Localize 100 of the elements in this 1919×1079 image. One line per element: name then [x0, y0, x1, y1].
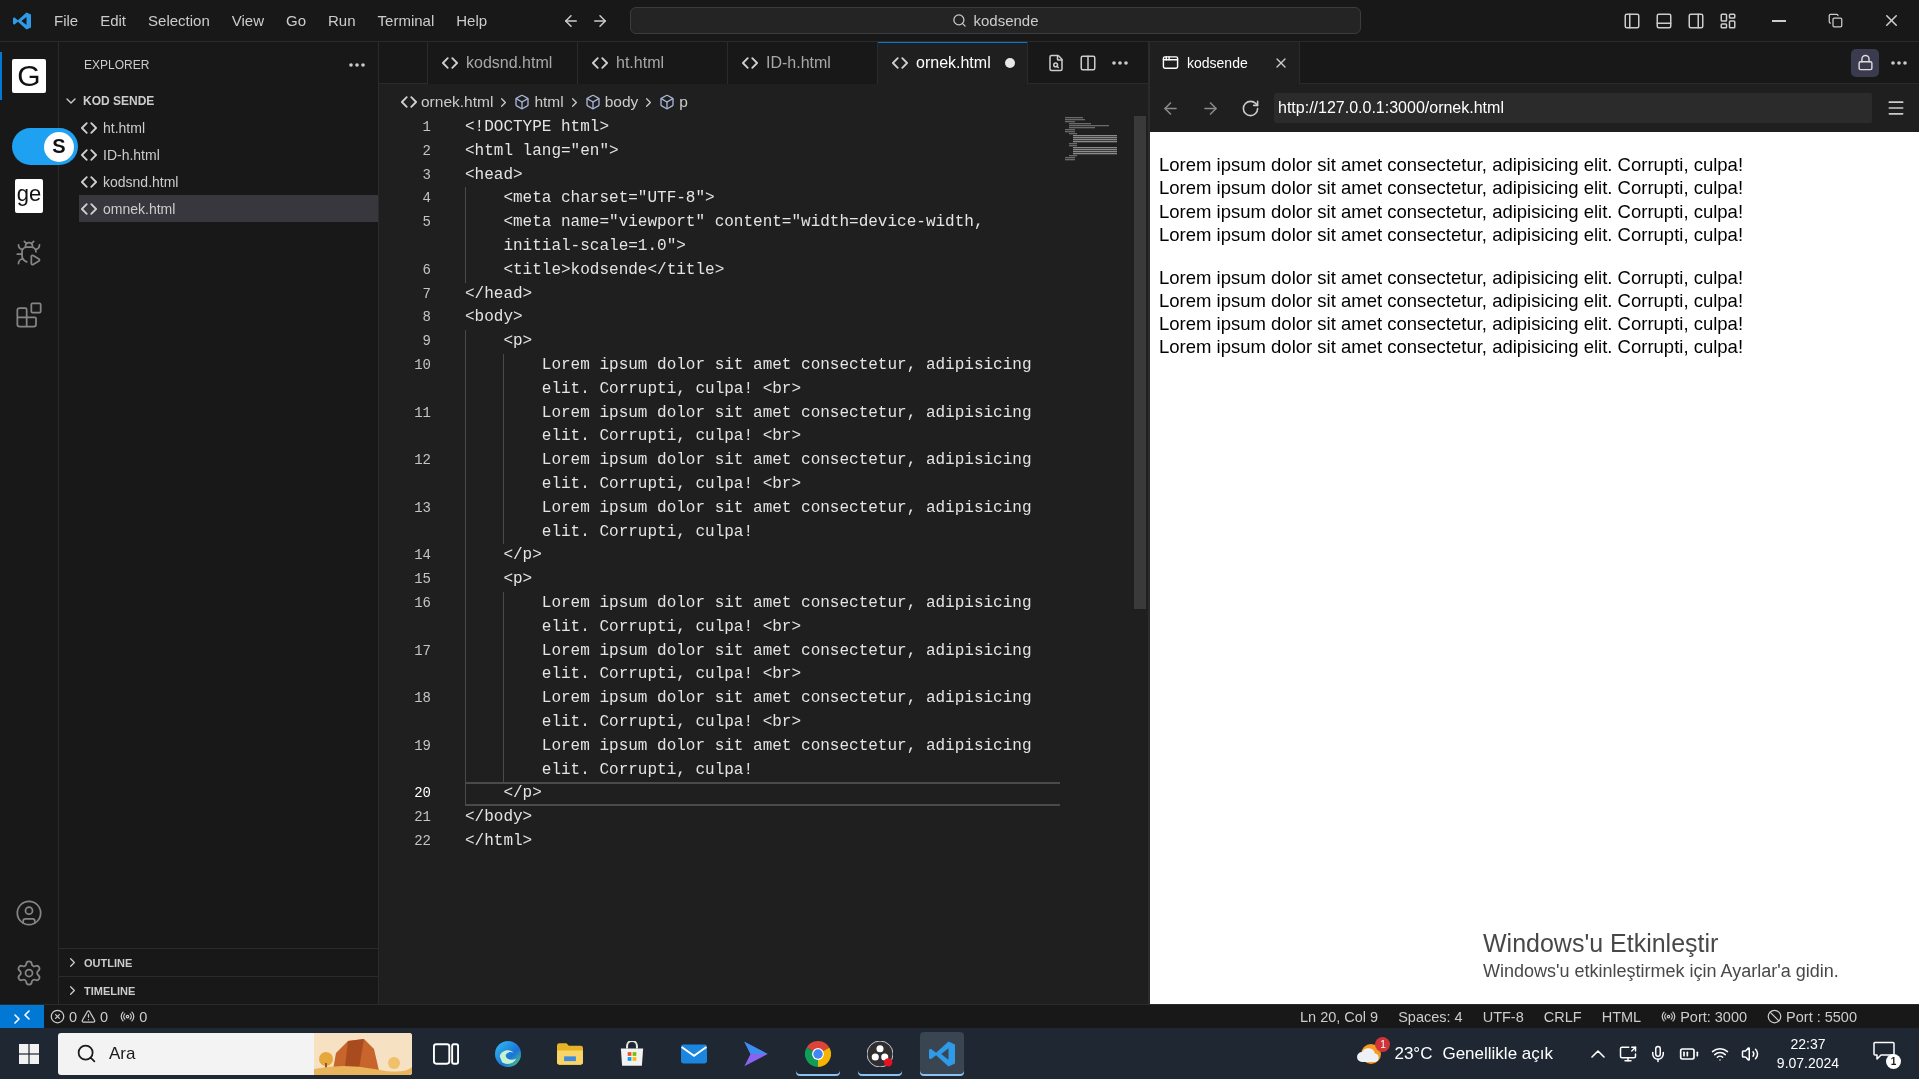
page-paragraph: Lorem ipsum dolor sit amet consectetur, adipisicing elit. Corrupti, culpa! Lorem ipsum dolor sit amet consectetur, adipisicing elit. Corrupti, culpa! Lorem ipsum dolor sit amet consectetur, adipisicing elit. Corrupti, culpa! Lorem ipsum dolor sit amet consectetur, adipisicing elit. Corrupti, culpa! [1159, 153, 1745, 247]
status-item[interactable]: Port : 5500 [1761, 1005, 1863, 1028]
menu-item[interactable]: Help [445, 7, 499, 34]
microphone-icon [1649, 1044, 1667, 1063]
line-number: 16 [413, 593, 431, 613]
ports-button[interactable]: 0 [114, 1005, 154, 1028]
command-center[interactable]: kodsende [630, 7, 1361, 34]
search-icon [952, 13, 968, 28]
breadcrumb-item[interactable]: body [584, 93, 639, 111]
weather-widget[interactable]: 1 23°C Genellikle açık [1350, 1033, 1559, 1074]
code-line: <body> [465, 306, 1061, 331]
code-line: <p> [465, 330, 1061, 354]
editor-tab[interactable]: ID-h.html [728, 42, 878, 84]
more-icon [349, 63, 365, 67]
folder-header[interactable]: KOD SENDE [59, 88, 378, 114]
menu-item[interactable]: File [43, 7, 90, 34]
url-field[interactable]: http://127.0.0.1:3000/ornek.html [1274, 93, 1872, 123]
blocks-icon [15, 301, 43, 329]
page-paragraph: Lorem ipsum dolor sit amet consectetur, adipisicing elit. Corrupti, culpa! Lorem ipsum dolor sit amet consectetur, adipisicing elit. Corrupti, culpa! Lorem ipsum dolor sit amet consectetur, adipisicing elit. Corrupti, culpa! Lorem ipsum dolor sit amet consectetur, adipisicing elit. Corrupti, culpa! [1159, 265, 1745, 359]
code-brackets-icon [81, 175, 97, 188]
menu-item[interactable]: Edit [89, 7, 138, 34]
four-squares-icon [19, 1043, 39, 1064]
scrollbar-thumb[interactable] [1134, 116, 1146, 609]
volume-icon [1741, 1044, 1759, 1063]
code-brackets-icon [442, 57, 458, 69]
problems-button[interactable]: 0 0 [44, 1005, 115, 1028]
menu-item[interactable]: Run [317, 7, 367, 34]
ribbon-logo-icon [929, 1040, 955, 1067]
code-line: </body> [465, 806, 1061, 830]
tree-item[interactable]: omnek.html [79, 195, 378, 222]
code-line: <meta charset="UTF-8"> [465, 187, 1061, 212]
microphone-button[interactable] [1649, 1044, 1667, 1063]
menu-icon [1886, 98, 1906, 118]
menu-item[interactable]: Go [275, 7, 317, 34]
segmented-circle-icon [805, 1040, 831, 1067]
reload-icon [1240, 98, 1260, 118]
breadcrumb-item[interactable]: ornek.html [401, 93, 494, 111]
line-number: 21 [413, 808, 431, 828]
warning-count: 0 [100, 1008, 109, 1025]
status-item[interactable]: Port: 3000 [1655, 1005, 1754, 1028]
notifications-button[interactable]: 1 [1873, 1040, 1899, 1067]
activity-tab[interactable]: G [0, 52, 58, 100]
line-number: 4 [421, 189, 431, 209]
tree-item[interactable]: kodsnd.html [79, 168, 378, 195]
section-header[interactable]: OUTLINE [59, 948, 378, 976]
line-number: 7 [421, 284, 431, 304]
shopping-bag-icon [619, 1040, 645, 1067]
clock[interactable]: 22:37 9.07.2024 [1772, 1034, 1844, 1073]
menu-item[interactable]: Selection [137, 7, 221, 34]
status-item[interactable]: CRLF [1537, 1005, 1588, 1028]
status-item[interactable]: UTF-8 [1476, 1005, 1530, 1028]
line-number: 5 [421, 213, 431, 233]
notification-badge: 1 [1886, 1053, 1901, 1069]
tree-item[interactable]: ID-h.html [79, 141, 378, 168]
search-box[interactable]: Ara [58, 1032, 412, 1075]
tree-item[interactable]: ht.html [79, 114, 378, 141]
page-search-icon [1047, 53, 1065, 72]
lock-icon [1856, 54, 1874, 71]
status-item[interactable]: Spaces: 4 [1392, 1005, 1469, 1028]
editor-tab[interactable]: ornek.html [878, 42, 1028, 84]
line-number: 2 [421, 141, 431, 161]
user-circle-icon [15, 899, 43, 927]
line-number: 6 [421, 260, 431, 280]
ribbon-logo-icon [12, 11, 31, 30]
search-field[interactable]: Ara [107, 1038, 304, 1069]
weather-condition: Genellikle açık [1442, 1043, 1553, 1064]
line-number: 1 [421, 118, 431, 137]
status-item[interactable]: HTML [1595, 1005, 1648, 1028]
code-brackets-icon [81, 148, 97, 161]
volume-button[interactable] [1741, 1044, 1759, 1063]
port-count: 0 [139, 1008, 148, 1025]
broadcast-icon [1661, 1009, 1677, 1024]
screen-share-button[interactable] [1619, 1044, 1637, 1063]
line-number: 19 [413, 736, 431, 756]
screen-share-icon [1619, 1044, 1637, 1063]
menu-item[interactable]: View [220, 7, 275, 34]
breadcrumb-item[interactable]: html [514, 93, 564, 111]
lock-button[interactable] [1851, 48, 1879, 77]
editor-tab[interactable]: kodsnd.html [428, 42, 578, 84]
editor-tab[interactable]: ht.html [578, 42, 728, 84]
right-panel-icon [1687, 11, 1705, 30]
play-bug-icon [15, 239, 43, 267]
error-count: 0 [69, 1008, 78, 1025]
taskbar-app[interactable] [920, 1031, 964, 1076]
remote-button[interactable] [0, 1005, 44, 1028]
line-number: 22 [413, 831, 431, 851]
clock-time: 22:37 [1790, 1034, 1826, 1054]
weather-alert-badge: 1 [1375, 1036, 1391, 1052]
status-item[interactable]: Ln 20, Col 9 [1294, 1005, 1385, 1028]
activation-text: Windows'u etkinleştirmek için Ayarlar'a gidin. [1483, 960, 1839, 983]
preview-tab[interactable]: kodsende [1150, 42, 1300, 84]
code-line: <title>kodsende</title> [465, 258, 1061, 283]
activity-tab[interactable]: ge [0, 172, 58, 220]
arrowhead-icon [743, 1040, 769, 1067]
code-line: Lorem ipsum dolor sit amet consectetur, adipisicing elit. Corrupti, culpa! <br> [465, 687, 1061, 735]
menu-item[interactable]: Terminal [366, 7, 446, 34]
code-line: </html> [465, 829, 1061, 854]
line-number: 11 [413, 403, 431, 423]
breadcrumb-item[interactable]: p [659, 93, 688, 111]
minimap[interactable] [1065, 117, 1117, 162]
